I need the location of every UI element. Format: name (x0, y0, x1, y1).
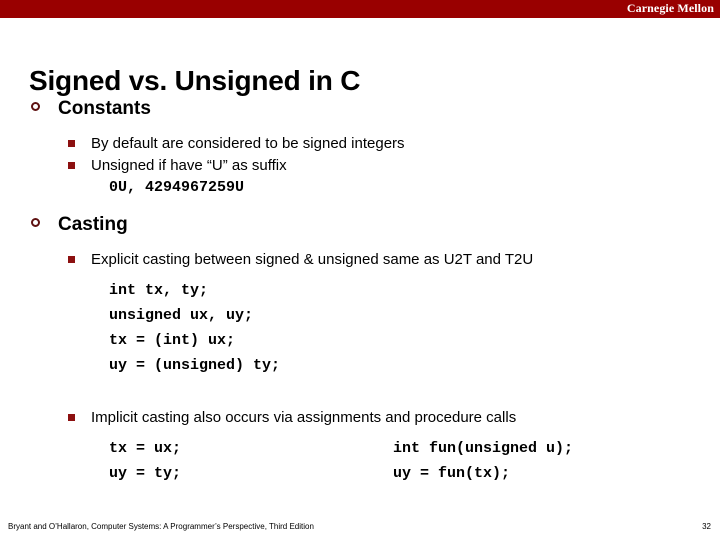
page-title: Signed vs. Unsigned in C (29, 64, 361, 96)
slide-number: 32 (702, 522, 711, 531)
code-line: 0U, 4294967259U (109, 179, 245, 196)
code-line: int fun(unsigned u); (393, 440, 574, 457)
code-line: uy = fun(tx); (393, 465, 511, 482)
code-line: tx = (int) ux; (109, 332, 236, 349)
code-block-implicit-casting: tx = ux; uy = ty; int fun(unsigned u); u… (0, 436, 720, 488)
code-line: uy = ty; (109, 465, 182, 482)
top-banner: Carnegie Mellon (0, 0, 720, 18)
slide-body: Constants By default are considered to b… (0, 98, 720, 488)
section-heading-casting: Casting (0, 214, 720, 240)
code-line: int tx, ty; (109, 282, 209, 299)
code-block-explicit-casting: int tx, ty; unsigned ux, uy; tx = (int) … (0, 278, 720, 378)
code-line: tx = ux; (109, 440, 182, 457)
filled-square-bullet-icon (68, 414, 75, 421)
bullet-label: Unsigned if have “U” as suffix (91, 157, 287, 174)
filled-square-bullet-icon (68, 162, 75, 169)
bullet-item: Implicit casting also occurs via assignm… (0, 408, 720, 430)
code-column-right: int fun(unsigned u); uy = fun(tx); (393, 436, 573, 486)
code-column-left: tx = ux; uy = ty; (109, 436, 181, 486)
filled-square-bullet-icon (68, 256, 75, 263)
bullet-item: By default are considered to be signed i… (0, 134, 720, 156)
bullet-item: Unsigned if have “U” as suffix (0, 156, 720, 178)
section-heading-label: Casting (58, 214, 128, 235)
filled-square-bullet-icon (68, 140, 75, 147)
bullet-label: Explicit casting between signed & unsign… (91, 251, 534, 268)
footer-citation: Bryant and O’Hallaron, Computer Systems:… (8, 522, 314, 531)
section-heading-constants: Constants (0, 98, 720, 124)
bullet-item: Explicit casting between signed & unsign… (0, 250, 720, 272)
bullet-label: By default are considered to be signed i… (91, 135, 405, 152)
code-line: unsigned ux, uy; (109, 307, 254, 324)
section-heading-label: Constants (58, 98, 151, 119)
hollow-circle-bullet-icon (31, 218, 40, 227)
code-line: uy = (unsigned) ty; (109, 357, 281, 374)
institution-label: Carnegie Mellon (626, 1, 714, 15)
bullet-label: Implicit casting also occurs via assignm… (91, 409, 517, 426)
hollow-circle-bullet-icon (31, 102, 40, 111)
